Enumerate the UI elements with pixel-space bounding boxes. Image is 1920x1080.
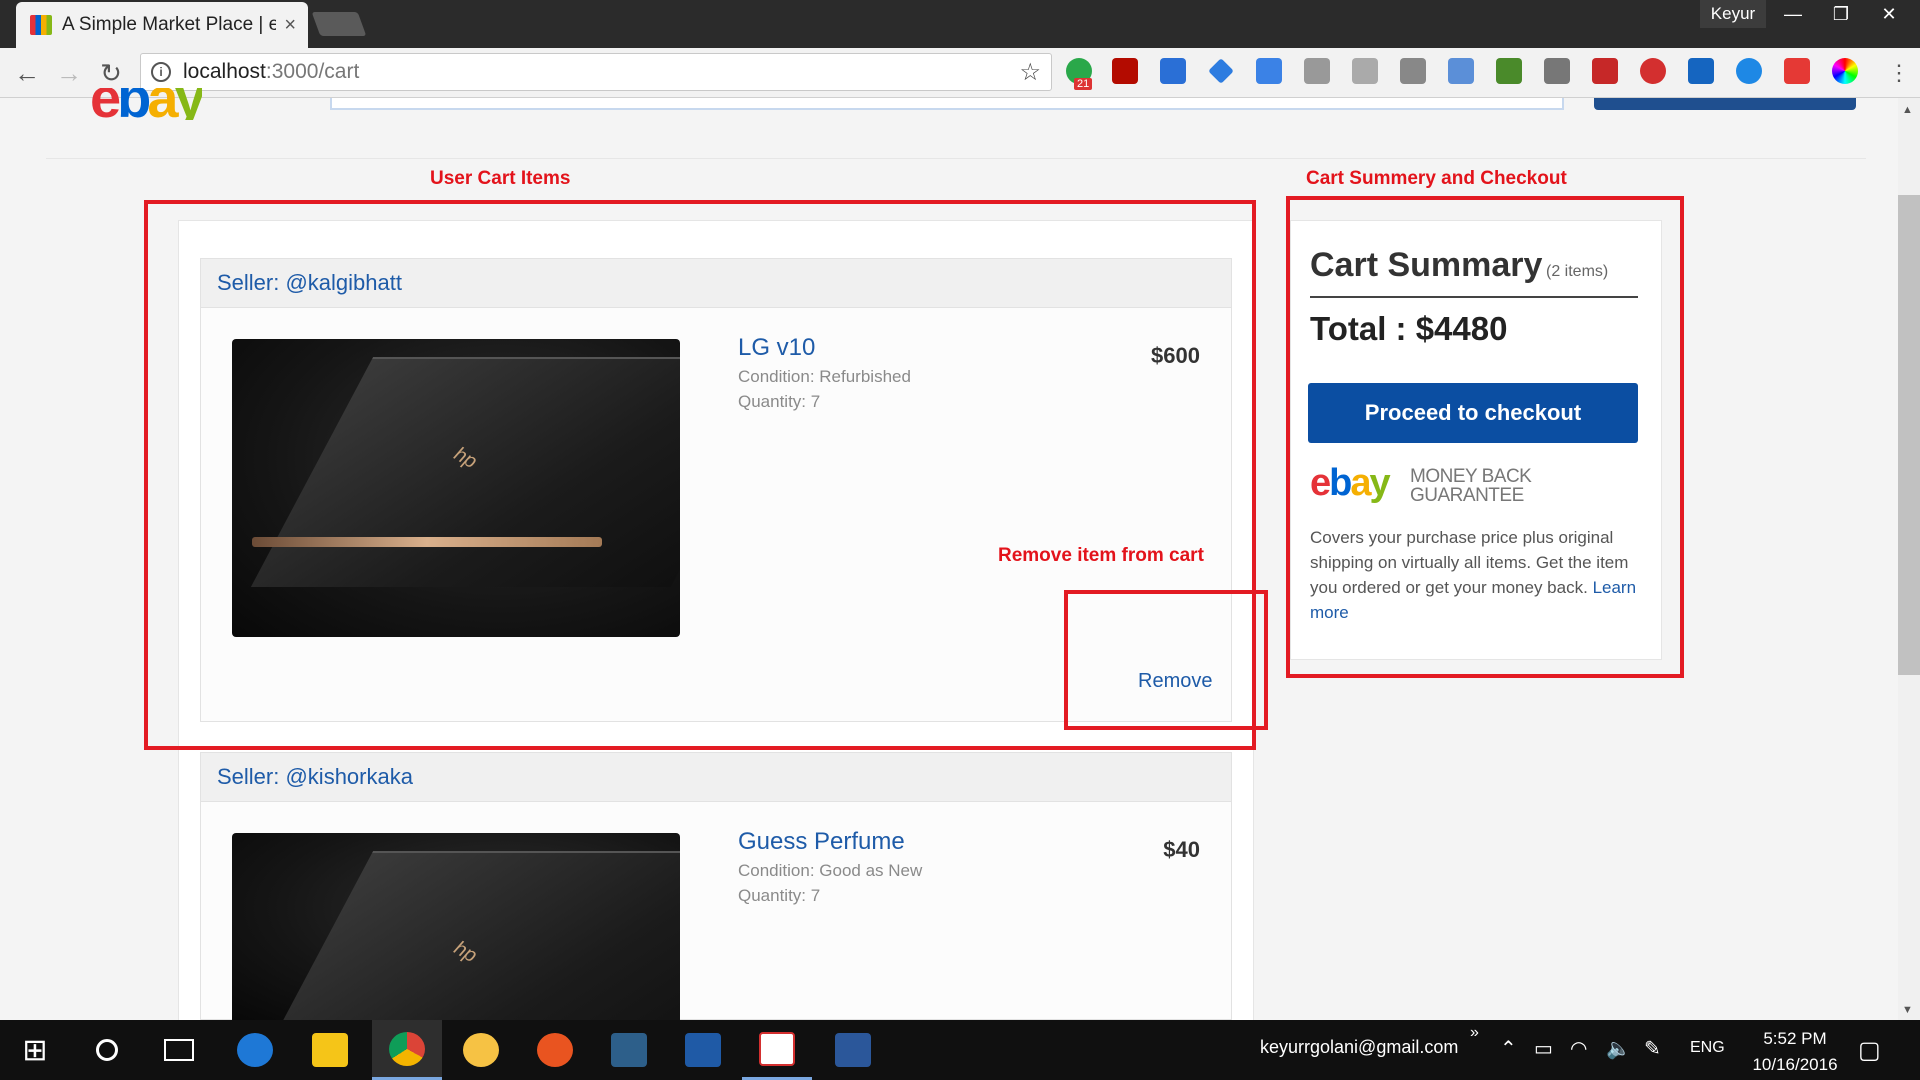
back-arrow-icon[interactable]: ←	[10, 56, 44, 90]
book-extension-icon[interactable]	[1592, 58, 1618, 84]
star-extension-icon[interactable]	[1784, 58, 1810, 84]
file-explorer-icon[interactable]	[295, 1020, 365, 1080]
product-image[interactable]: hp	[232, 833, 680, 1020]
ubuntu-icon[interactable]	[520, 1020, 590, 1080]
volume-icon[interactable]: 🔈	[1606, 1036, 1631, 1061]
bookmark-star-icon[interactable]: ☆	[1019, 58, 1041, 87]
summary-title: Cart Summary	[1310, 246, 1543, 284]
header-divider	[46, 158, 1866, 159]
list-extension-icon[interactable]	[1160, 58, 1186, 84]
language-indicator[interactable]: ENG	[1690, 1039, 1725, 1057]
cortana-icon[interactable]	[72, 1020, 142, 1080]
summary-total: Total : $4480	[1310, 310, 1508, 347]
url-path: :3000/cart	[265, 60, 360, 83]
annotation-cart-summary: Cart Summery and Checkout	[1306, 168, 1567, 189]
acrobat-taskbar-icon[interactable]	[742, 1020, 812, 1080]
clock[interactable]: 5:52 PM 10/16/2016	[1740, 1026, 1850, 1078]
restore-button[interactable]: ❐	[1818, 0, 1864, 28]
tab-close-icon[interactable]: ×	[284, 14, 296, 37]
minimize-button[interactable]: —	[1770, 0, 1816, 28]
task-view-icon[interactable]	[144, 1020, 214, 1080]
chrome-taskbar-icon[interactable]	[372, 1020, 442, 1080]
item-condition: Condition: Good as New	[738, 861, 923, 880]
clock-date: 10/16/2016	[1752, 1055, 1838, 1074]
clock-time: 5:52 PM	[1763, 1029, 1827, 1048]
window-user-badge[interactable]: Keyur	[1700, 0, 1766, 28]
annotation-box-remove	[1064, 590, 1268, 730]
shield-extension-icon[interactable]	[1544, 58, 1570, 84]
edge-icon[interactable]	[220, 1020, 290, 1080]
extension-badge: 21	[1074, 78, 1093, 90]
new-tab-button[interactable]	[311, 12, 367, 36]
pen-icon[interactable]: ✎	[1644, 1036, 1661, 1061]
close-window-button[interactable]: ✕	[1866, 0, 1912, 28]
tray-overflow-icon[interactable]: »	[1470, 1024, 1479, 1042]
item-quantity: Quantity: 7	[738, 886, 821, 905]
summary-item-count: (2 items)	[1546, 263, 1609, 280]
ebay-logo-top[interactable]: ebay	[90, 88, 202, 120]
menu-kebab-icon[interactable]: ⋮	[1888, 60, 1910, 86]
seller-header[interactable]: Seller: @kishorkaka	[200, 752, 1232, 802]
mbg-line2: GUARANTEE	[1410, 485, 1524, 506]
bw-extension-icon[interactable]	[1496, 58, 1522, 84]
item-name[interactable]: Guess Perfume	[738, 828, 905, 856]
wifi-icon[interactable]: ◠	[1570, 1036, 1587, 1061]
summary-divider	[1310, 296, 1638, 298]
battery-icon[interactable]: ▭	[1534, 1036, 1553, 1061]
scroll-up-icon[interactable]: ▲	[1902, 104, 1913, 116]
powershell-icon[interactable]	[668, 1020, 738, 1080]
address-bar[interactable]: i localhost :3000/cart ☆	[140, 53, 1052, 91]
scrollbar-thumb[interactable]	[1898, 195, 1920, 675]
toggle-extension-icon[interactable]	[1736, 58, 1762, 84]
pen-extension-icon[interactable]	[1304, 58, 1330, 84]
angular-extension-icon[interactable]	[1352, 58, 1378, 84]
mysql-workbench-icon[interactable]	[594, 1020, 664, 1080]
paint-icon[interactable]	[446, 1020, 516, 1080]
action-center-icon[interactable]: ▢	[1858, 1036, 1881, 1065]
guarantee-description: Covers your purchase price plus original…	[1310, 528, 1637, 622]
chevron-up-icon[interactable]: ⌃	[1500, 1036, 1517, 1061]
tray-user-email[interactable]: keyurrgolani@gmail.com	[1260, 1037, 1458, 1058]
item-price: $40	[1163, 837, 1200, 862]
blue-extension-icon[interactable]	[1688, 58, 1714, 84]
start-button[interactable]: ⊞	[0, 1020, 70, 1080]
reload-icon[interactable]: ↻	[94, 56, 128, 90]
word-icon[interactable]	[818, 1020, 888, 1080]
forward-arrow-icon[interactable]: →	[52, 56, 86, 90]
search-button-bottom[interactable]	[1594, 98, 1856, 110]
a-extension-icon[interactable]	[1400, 58, 1426, 84]
colorpicker-extension-icon[interactable]	[1832, 58, 1858, 84]
search-bar-bottom[interactable]	[330, 98, 1564, 110]
url-host: localhost	[183, 60, 266, 83]
favicon-icon	[30, 15, 52, 35]
tab-title: A Simple Market Place | e	[62, 14, 277, 35]
money-back-guarantee: MONEY BACK GUARANTEE	[1410, 466, 1532, 506]
window-extension-icon[interactable]	[1448, 58, 1474, 84]
ebay-logo: ebay	[1310, 462, 1391, 504]
megaphone-extension-icon[interactable]	[1256, 58, 1282, 84]
mbg-line1: MONEY BACK	[1410, 466, 1532, 487]
annotation-user-cart-items: User Cart Items	[430, 168, 571, 189]
acrobat-extension-icon[interactable]	[1112, 58, 1138, 84]
scroll-down-icon[interactable]: ▼	[1902, 1004, 1913, 1016]
adblock-extension-icon[interactable]	[1640, 58, 1666, 84]
proceed-to-checkout-button[interactable]: Proceed to checkout	[1308, 383, 1638, 443]
browser-tab[interactable]: A Simple Market Place | e ×	[16, 2, 308, 48]
info-icon[interactable]: i	[151, 62, 171, 82]
